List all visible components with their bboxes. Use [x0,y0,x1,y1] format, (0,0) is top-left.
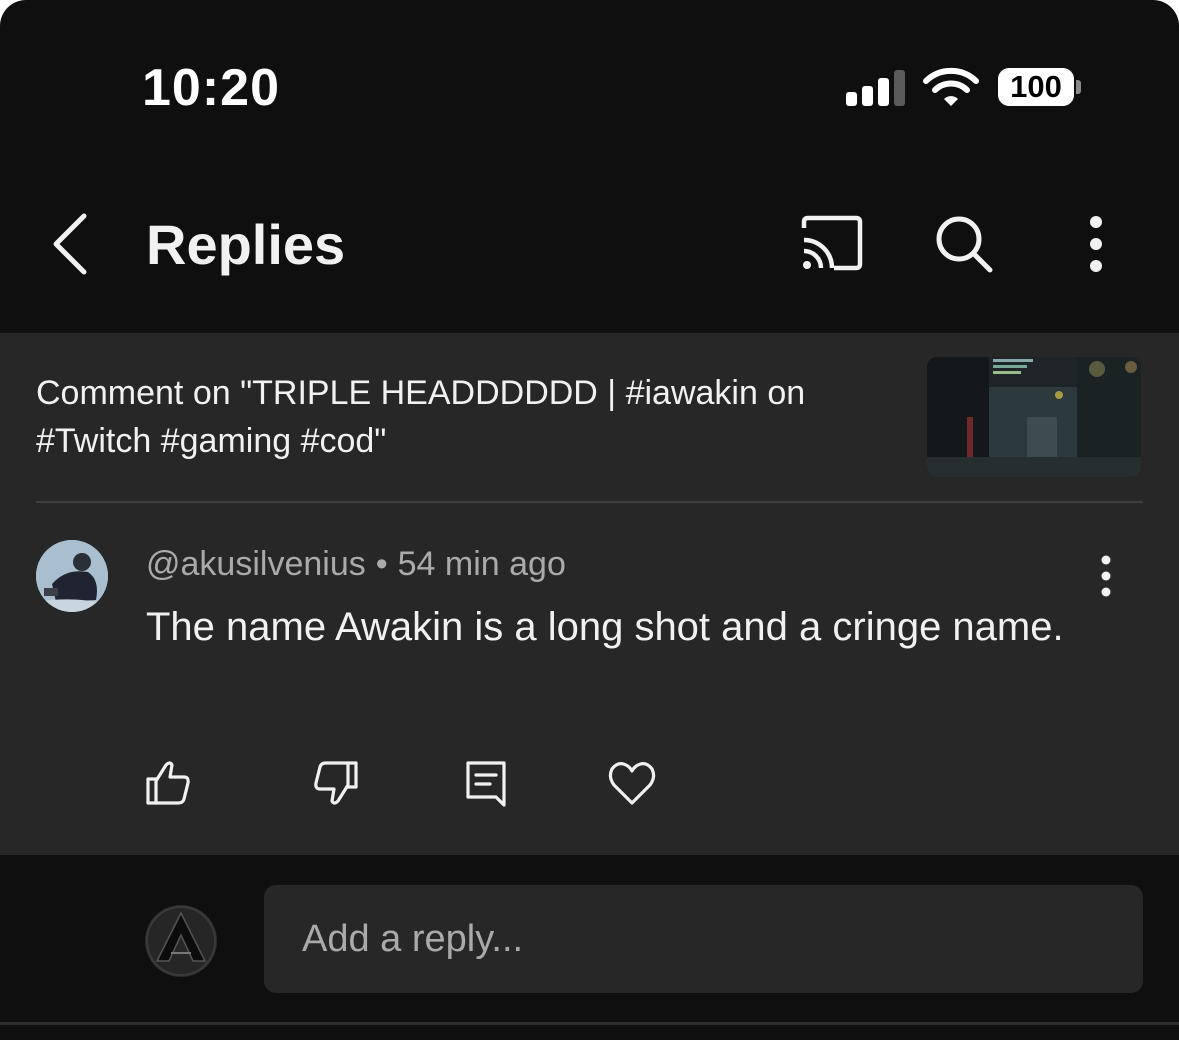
video-thumbnail[interactable] [927,357,1141,477]
back-arrow-icon[interactable] [40,210,104,278]
comment-panel: Comment on "TRIPLE HEADDDDDD | #iawakin … [0,333,1179,855]
search-icon[interactable] [928,208,1000,280]
video-context[interactable]: Comment on "TRIPLE HEADDDDDD | #iawakin … [36,369,906,465]
top-app-bar: Replies [0,170,1179,330]
status-time: 10:20 [142,59,280,117]
reply-icon[interactable] [460,757,512,809]
page-title: Replies [146,213,346,276]
comment-time: 54 min ago [397,545,566,583]
like-icon[interactable] [142,757,194,809]
battery-nub [1076,80,1081,94]
signal-icon [846,70,906,106]
comment-text: The name Awakin is a long shot and a cri… [146,605,1064,649]
comment-meta: @akusilvenius • 54 min ago [146,545,566,584]
user-avatar[interactable] [145,905,217,977]
wifi-icon [923,67,979,106]
meta-separator: • [375,545,388,583]
reply-bar [0,855,1179,1040]
status-bar: 10:20 100 [0,0,1179,150]
cast-icon[interactable] [796,208,868,280]
dislike-icon[interactable] [310,757,362,809]
app-screen: 10:20 100 Replies Comment on "TRIPLE HEA… [0,0,1179,1040]
comment-more-icon[interactable] [1086,553,1126,599]
battery-icon: 100 [998,68,1074,106]
divider [36,501,1143,503]
reply-input[interactable] [264,885,1143,993]
bottom-divider [0,1022,1179,1025]
heart-icon[interactable] [606,757,658,809]
avatar[interactable] [36,540,108,612]
comment-author[interactable]: @akusilvenius [146,545,366,583]
more-vertical-icon[interactable] [1060,208,1132,280]
